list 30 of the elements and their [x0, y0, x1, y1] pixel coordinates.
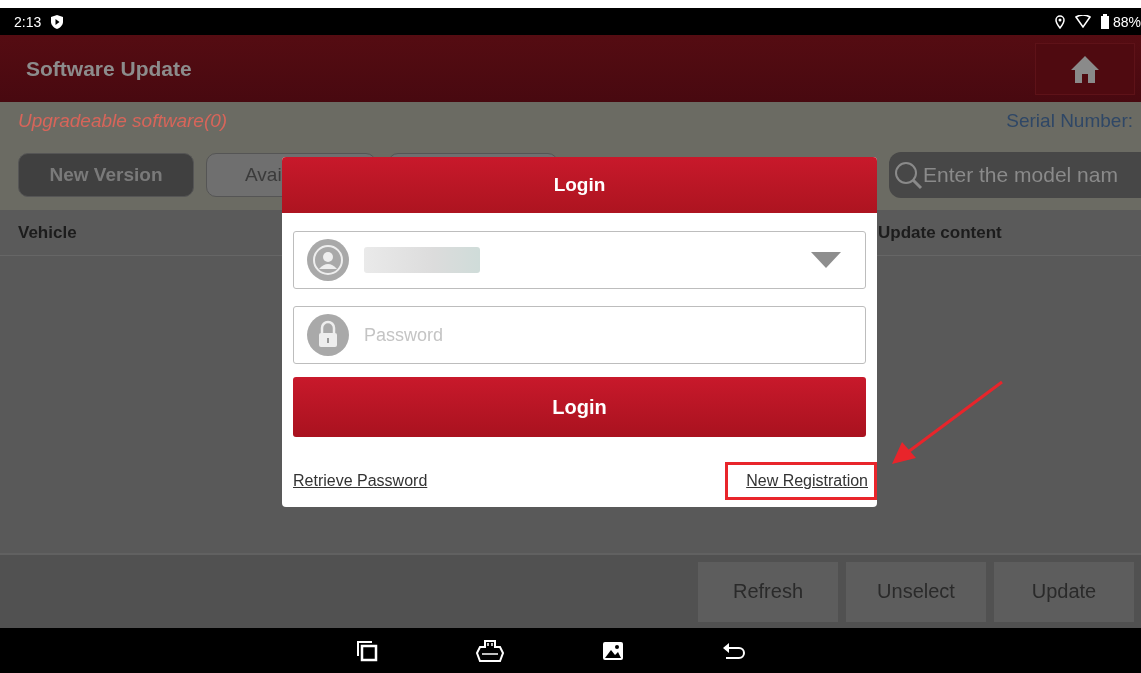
login-button[interactable]: Login: [293, 377, 866, 437]
search-field[interactable]: Enter the model nam: [923, 163, 1123, 187]
column-header: Update content: [878, 222, 1003, 243]
location-icon: [1054, 14, 1065, 29]
battery-icon: [1100, 14, 1109, 29]
user-icon: [306, 238, 350, 282]
battery-level: 88%: [1112, 13, 1141, 30]
lock-icon: [306, 313, 350, 357]
recent-apps-icon[interactable]: [355, 639, 378, 662]
diagnostic-connector-icon[interactable]: [475, 638, 504, 663]
search-bar[interactable]: Enter the model nam: [889, 152, 1141, 198]
page-title: Software Update: [26, 56, 193, 81]
search-icon: [893, 160, 923, 190]
home-icon: [1070, 53, 1100, 84]
back-icon[interactable]: [721, 640, 746, 661]
serial-number-label: Serial Number:: [1006, 110, 1133, 132]
upgradeable-count: Upgradeable software(0): [18, 110, 229, 132]
wifi-icon: [1074, 15, 1091, 28]
tab[interactable]: New Version: [18, 153, 194, 197]
dropdown-icon[interactable]: [811, 252, 841, 268]
username-field[interactable]: [293, 231, 866, 289]
column-header: Vehicle: [17, 222, 78, 243]
password-box[interactable]: Password: [293, 306, 866, 364]
dialog-title: Login: [282, 157, 877, 213]
picture-icon[interactable]: [601, 640, 624, 661]
new-registration-link[interactable]: New Registration: [728, 465, 874, 497]
retrieve-password-link[interactable]: Retrieve Password: [293, 472, 428, 490]
home-button[interactable]: [1035, 42, 1135, 95]
shield-icon: [51, 14, 64, 29]
clock: 2:13: [14, 13, 42, 30]
